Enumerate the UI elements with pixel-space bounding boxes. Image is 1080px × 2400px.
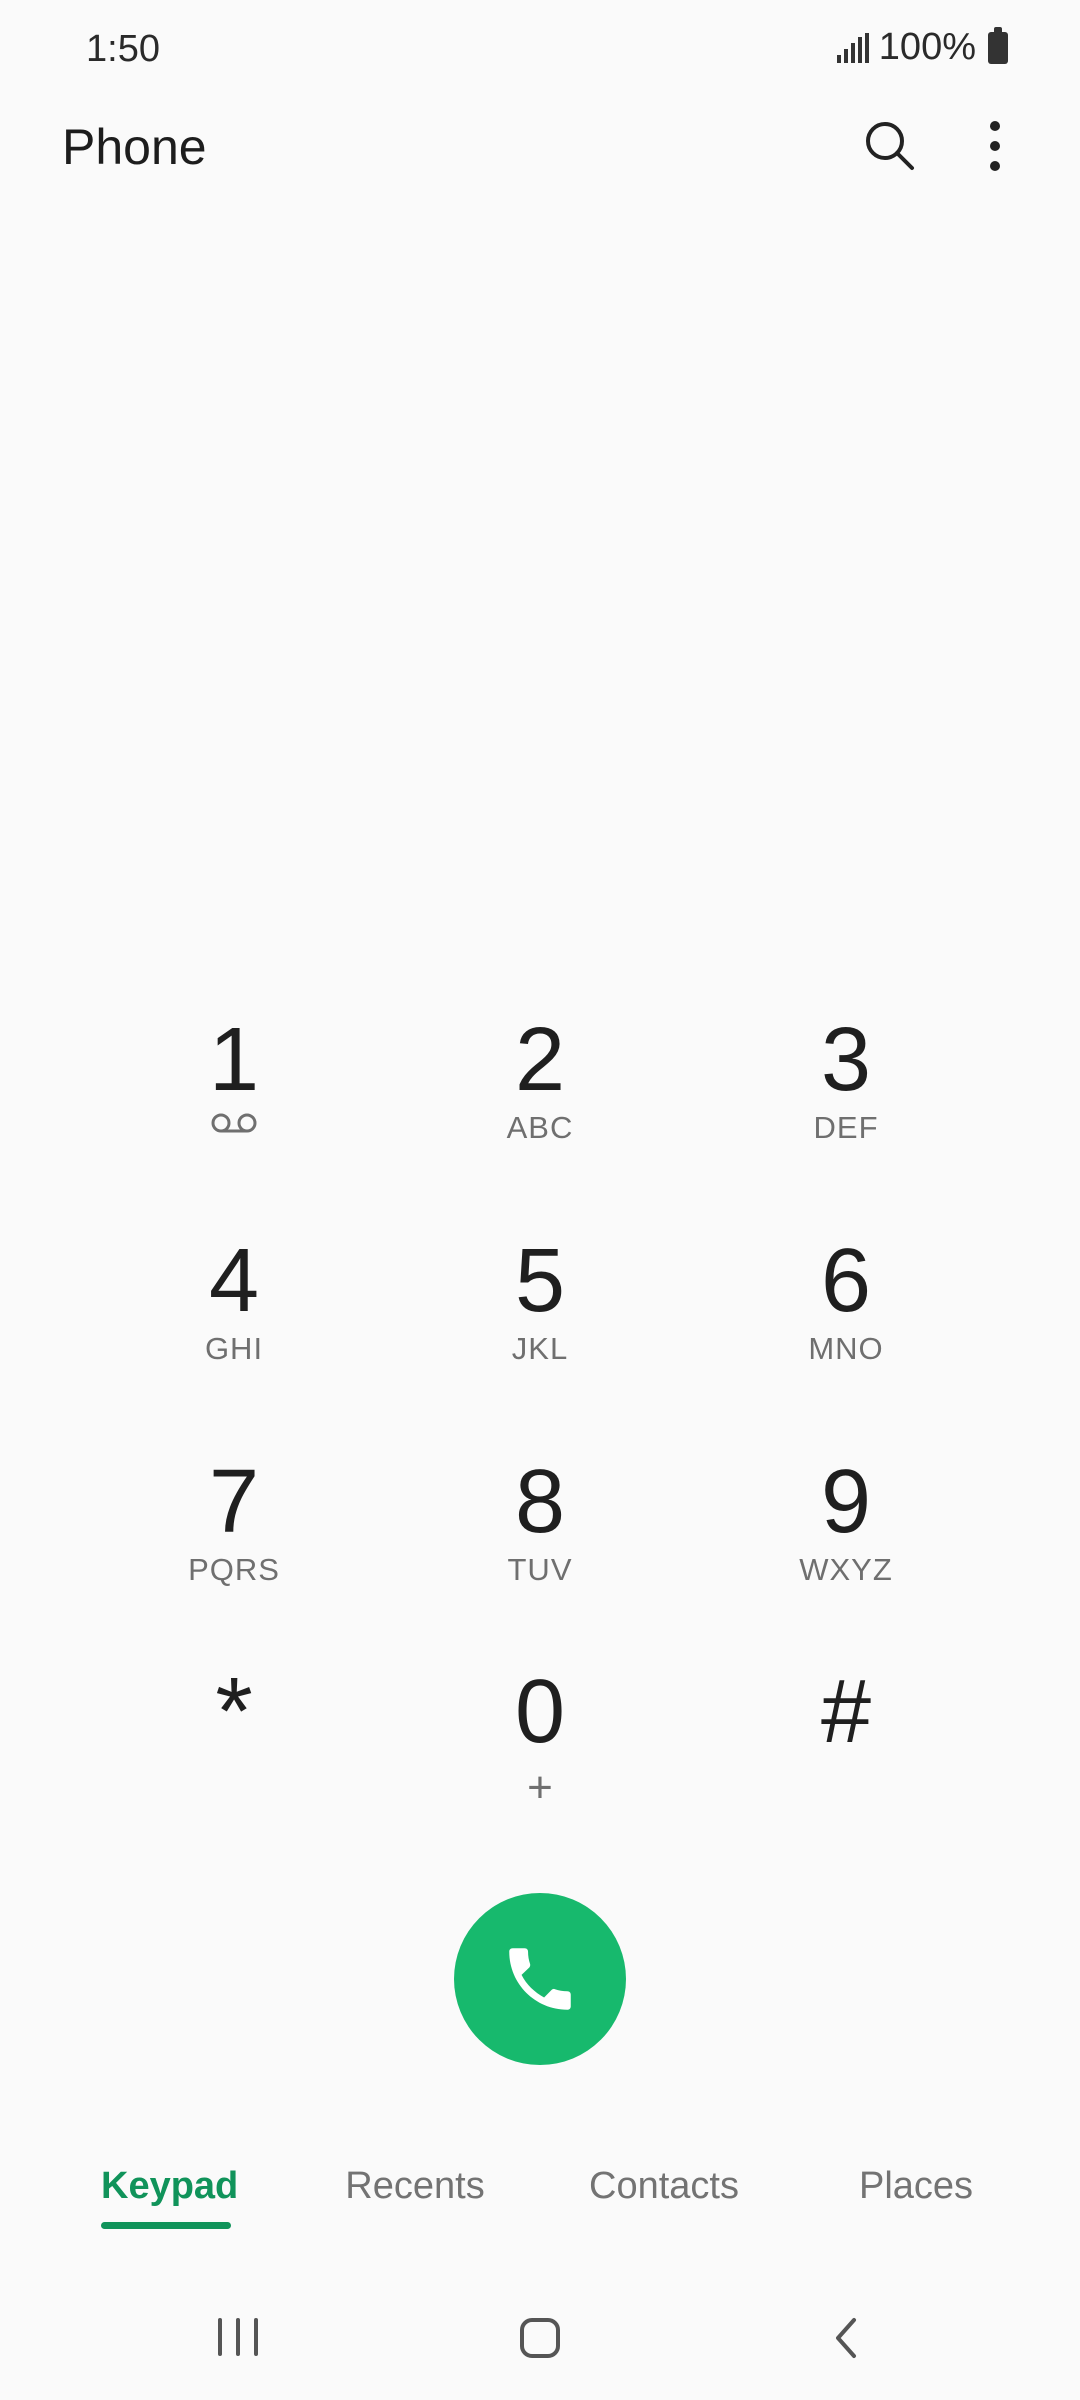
key-4[interactable]: 4 GHI (114, 1233, 354, 1413)
key-7[interactable]: 7 PQRS (114, 1454, 354, 1634)
key-digit: * (215, 1658, 253, 1765)
key-star[interactable]: * (114, 1664, 354, 1844)
more-vertical-icon (990, 121, 1000, 171)
key-6[interactable]: 6 MNO (726, 1233, 966, 1413)
key-letters: PQRS (188, 1552, 280, 1587)
key-letters: DEF (813, 1110, 879, 1145)
key-2[interactable]: 2 ABC (420, 1012, 660, 1192)
key-9[interactable]: 9 WXYZ (726, 1454, 966, 1634)
tab-indicator (101, 2222, 231, 2229)
key-1[interactable]: 1 (114, 1012, 354, 1192)
more-options-button[interactable] (970, 118, 1020, 174)
signal-icon (836, 32, 869, 63)
back-button[interactable] (826, 2314, 866, 2362)
tab-keypad[interactable]: Keypad (101, 2165, 238, 2208)
key-digit: 8 (514, 1452, 566, 1552)
key-plus: + (527, 1763, 553, 1812)
search-icon (866, 122, 914, 170)
key-digit: 1 (208, 1010, 260, 1110)
key-letters: TUV (507, 1552, 573, 1587)
call-button[interactable] (454, 1893, 626, 2065)
key-letters: WXYZ (799, 1552, 893, 1587)
key-hash[interactable]: # (726, 1664, 966, 1844)
recent-apps-icon (218, 2318, 222, 2356)
battery-percent: 100% (878, 26, 976, 68)
status-indicators: 100% (836, 26, 1008, 69)
key-digit: 9 (820, 1452, 872, 1552)
key-digit: 0 (514, 1662, 566, 1762)
voicemail-icon (211, 1113, 257, 1133)
status-time: 1:50 (86, 28, 160, 70)
battery-icon (988, 26, 1008, 64)
key-5[interactable]: 5 JKL (420, 1233, 660, 1413)
tab-contacts[interactable]: Contacts (574, 2165, 754, 2208)
phone-screen: 1:50 100% Phone 1 2 ABC 3 DEF 4 GHI 5 JK… (0, 0, 1080, 2400)
key-0[interactable]: 0 + (420, 1664, 660, 1844)
key-letters: ABC (506, 1110, 574, 1145)
key-digit: 3 (820, 1010, 872, 1110)
key-digit: 6 (820, 1231, 872, 1331)
phone-icon (509, 1948, 571, 2010)
recent-apps-button[interactable] (218, 2318, 258, 2358)
home-button[interactable] (520, 2318, 560, 2358)
page-title: Phone (62, 119, 207, 175)
key-letters: JKL (511, 1331, 569, 1366)
key-3[interactable]: 3 DEF (726, 1012, 966, 1192)
key-digit: 5 (514, 1231, 566, 1331)
key-digit: 7 (208, 1452, 260, 1552)
key-8[interactable]: 8 TUV (420, 1454, 660, 1634)
key-letters: MNO (808, 1331, 884, 1366)
key-digit: 2 (514, 1010, 566, 1110)
key-digit: 4 (208, 1231, 260, 1331)
tab-recents[interactable]: Recents (330, 2165, 500, 2208)
search-button[interactable] (862, 118, 918, 174)
back-icon (836, 2318, 856, 2358)
tab-places[interactable]: Places (836, 2165, 996, 2208)
key-letters: GHI (204, 1331, 264, 1366)
key-digit: # (820, 1662, 872, 1762)
